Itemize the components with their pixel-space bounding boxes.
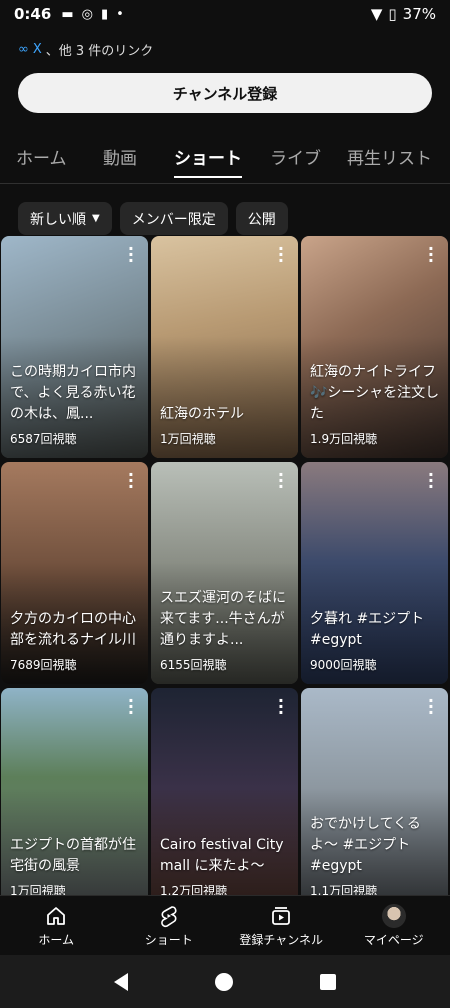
nav-shorts-label: ショート [144, 932, 193, 947]
short-views: 1万回視聴 [160, 432, 216, 446]
more-vert-icon[interactable]: · · · [128, 467, 134, 495]
nav-shorts[interactable]: ショート [113, 896, 226, 955]
short-title: 紅海のホテル [160, 406, 244, 422]
short-title: この時期カイロ市内で、よく見る赤い花の木は、鳳... [10, 364, 136, 422]
home-circle-icon[interactable] [214, 972, 233, 991]
other-links-text[interactable]: 、他 3 件のリンク [46, 40, 154, 59]
link-icon: ∞ [18, 42, 29, 57]
shorts-grid: · · · この時期カイロ市内で、よく見る赤い花の木は、鳳... 6587回視聴 ·… [1, 236, 449, 910]
short-title: Cairo festival City mall に来たよ〜 [160, 837, 284, 874]
short-views: 7689回視聴 [10, 658, 77, 672]
more-vert-icon[interactable]: · · · [428, 693, 434, 721]
more-vert-icon[interactable]: · · · [278, 241, 284, 269]
short-views: 6155回視聴 [160, 658, 227, 672]
short-views: 9000回視聴 [310, 658, 377, 672]
nav-home[interactable]: ホーム [0, 896, 113, 955]
short-title: 紅海のナイトライフ🎶シーシャを注文した [310, 364, 440, 422]
short-title: エジプトの首都が住宅街の風景 [10, 837, 136, 874]
members-chip[interactable]: メンバー限定 [119, 202, 228, 235]
short-title: おでかけしてくるよ〜 #エジプト #egypt [310, 816, 421, 874]
status-time: 0:46 [14, 5, 52, 23]
short-views: 1.9万回視聴 [310, 432, 378, 446]
system-navigation [0, 955, 450, 1008]
short-title: 夕方のカイロの中心部を流れるナイル川 [10, 611, 136, 648]
home-icon [47, 906, 66, 925]
link-x[interactable]: X [33, 42, 42, 57]
wifi-icon: ▼ [370, 5, 383, 23]
short-card[interactable]: · · · 夕方のカイロの中心部を流れるナイル川 7689回視聴 [1, 462, 148, 684]
short-card[interactable]: · · · Cairo festival City mall に来たよ〜 1.2万回… [151, 688, 298, 910]
channel-links[interactable]: ∞ X 、他 3 件のリンク [18, 40, 153, 59]
channel-tabs: ホーム 動画 ショート ライブ 再生リスト [0, 138, 450, 184]
nav-subscriptions[interactable]: 登録チャンネル [225, 896, 338, 955]
status-bar: 0:46 ▬ ◎ ▮ • ▼ ▯ 37% [0, 0, 450, 28]
tab-live[interactable]: ライブ [270, 138, 321, 169]
more-vert-icon[interactable]: · · · [128, 693, 134, 721]
bottom-navigation: ホーム ショート 登録チャンネル マイページ [0, 895, 450, 955]
more-vert-icon[interactable]: · · · [278, 693, 284, 721]
more-vert-icon[interactable]: · · · [128, 241, 134, 269]
public-chip[interactable]: 公開 [235, 202, 288, 235]
battery-percent: 37% [402, 5, 436, 23]
short-card[interactable]: · · · 紅海のホテル 1万回視聴 [151, 236, 298, 458]
nav-subscriptions-label: 登録チャンネル [239, 932, 324, 947]
back-icon[interactable] [113, 972, 128, 991]
sort-chip[interactable]: 新しい順 ▼ [18, 202, 112, 235]
filter-chips: 新しい順 ▼ メンバー限定 公開 [18, 202, 288, 235]
short-title: 夕暮れ #エジプト #egypt [310, 611, 425, 648]
battery-saver-icon: ▮ [100, 6, 109, 22]
short-card[interactable]: · · · この時期カイロ市内で、よく見る赤い花の木は、鳳... 6587回視聴 [1, 236, 148, 458]
short-card[interactable]: · · · エジプトの首都が住宅街の風景 1万回視聴 [1, 688, 148, 910]
short-title: スエズ運河のそばに来てます...牛さんが通りますよ... [160, 590, 286, 648]
short-card[interactable]: · · · おでかけしてくるよ〜 #エジプト #egypt 1.1万回視聴 [301, 688, 448, 910]
tab-videos[interactable]: 動画 [103, 138, 137, 169]
shorts-icon [160, 905, 177, 927]
more-vert-icon[interactable]: · · · [428, 241, 434, 269]
short-card[interactable]: · · · 紅海のナイトライフ🎶シーシャを注文した 1.9万回視聴 [301, 236, 448, 458]
more-vert-icon[interactable]: · · · [428, 467, 434, 495]
short-card[interactable]: · · · スエズ運河のそばに来てます...牛さんが通りますよ... 6155回視聴 [151, 462, 298, 684]
short-card[interactable]: · · · 夕暮れ #エジプト #egypt 9000回視聴 [301, 462, 448, 684]
chevron-down-icon: ▼ [92, 213, 100, 224]
tab-shorts[interactable]: ショート [174, 138, 242, 178]
battery-icon: ▯ [388, 5, 397, 23]
nav-mypage[interactable]: マイページ [338, 896, 450, 955]
nav-home-label: ホーム [38, 932, 75, 947]
recents-icon[interactable] [320, 973, 337, 990]
tab-playlists[interactable]: 再生リスト [347, 138, 432, 169]
more-vert-icon[interactable]: · · · [278, 467, 284, 495]
dot-icon: • [116, 6, 124, 22]
sort-chip-label: 新しい順 [30, 211, 86, 228]
sync-icon: ◎ [81, 6, 93, 22]
bed-icon: ▬ [61, 6, 74, 22]
subscriptions-icon [272, 906, 291, 925]
short-views: 6587回視聴 [10, 432, 77, 446]
avatar [381, 903, 406, 928]
tab-home[interactable]: ホーム [16, 138, 67, 169]
subscribe-button[interactable]: チャンネル登録 [18, 73, 432, 113]
nav-mypage-label: マイページ [363, 932, 424, 947]
